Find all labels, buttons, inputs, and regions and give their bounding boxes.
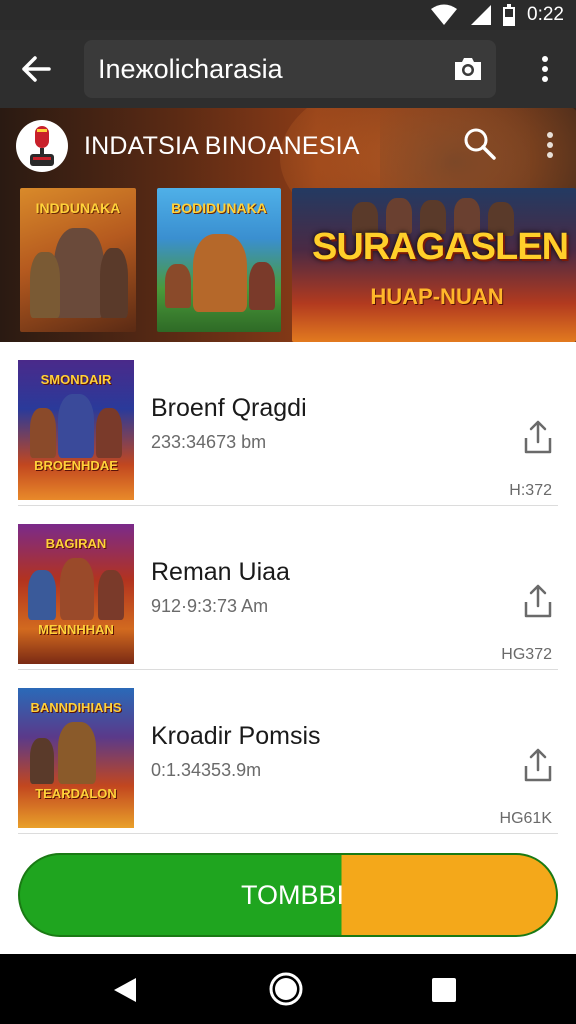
video-meta: 233:34673 bm xyxy=(151,432,267,452)
thumbnail-hero-art xyxy=(60,558,94,620)
share-icon[interactable] xyxy=(522,584,554,620)
video-meta: 912·9:3:73 Am xyxy=(151,596,269,616)
wifi-icon xyxy=(431,4,458,25)
thumbnail-hero-art xyxy=(30,738,54,784)
banner-poster[interactable]: SURAGASLEN HUAP-NUAN xyxy=(292,188,576,342)
top-app-bar: Ineжolicharasia xyxy=(0,30,576,108)
thumbnail-subtitle: TEARDALON xyxy=(35,786,117,801)
nav-recents-icon[interactable] xyxy=(432,978,456,1002)
system-nav-bar xyxy=(0,954,576,1024)
list-item[interactable]: BANNDIHIAHS TEARDALON Kroadir Pomsis 0:1… xyxy=(0,670,576,834)
video-title[interactable]: Kroadir Pomsis xyxy=(151,722,321,751)
thumbnail-hero-art xyxy=(30,408,56,458)
primary-action-button[interactable]: TOMBBI xyxy=(18,853,558,937)
poster-hero-art xyxy=(165,264,191,308)
video-thumbnail[interactable]: BAGIRAN MENNHHAN xyxy=(18,524,134,664)
video-code: Н:372 xyxy=(509,482,552,499)
microphone-logo-icon xyxy=(30,126,54,166)
video-meta: 0:1.34353.9m xyxy=(151,760,262,780)
channel-banner: INDATSIA BINOANESIA INDDUNAKA BODIDUNAKA… xyxy=(0,108,576,342)
share-icon[interactable] xyxy=(522,420,554,456)
video-code: HG372 xyxy=(501,646,552,663)
thumbnail-title: SMONDAIR xyxy=(40,372,112,387)
poster-hero-art xyxy=(249,262,275,310)
nav-home-icon[interactable] xyxy=(268,971,304,1007)
action-area: TOMBBI xyxy=(0,838,576,954)
thumbnail-hero-art xyxy=(28,570,56,620)
thumbnail-hero-art xyxy=(58,394,94,458)
list-divider xyxy=(18,833,558,834)
thumbnail-hero-art xyxy=(96,408,122,458)
nav-back-icon[interactable] xyxy=(110,976,140,1004)
back-arrow-icon xyxy=(22,56,51,82)
poster-hero-art xyxy=(193,234,247,312)
thumbnail-hero-art xyxy=(58,722,96,784)
action-button-label: TOMBBI xyxy=(240,879,344,910)
banner-hero-figure xyxy=(380,108,530,198)
video-thumbnail[interactable]: BANNDIHIAHS TEARDALON xyxy=(18,688,134,828)
search-icon[interactable] xyxy=(462,126,498,162)
status-bar: 0:22 xyxy=(0,0,576,30)
thumbnail-title: BAGIRAN xyxy=(45,536,107,551)
status-time: 0:22 xyxy=(527,4,564,25)
share-icon[interactable] xyxy=(522,748,554,784)
more-vert-icon[interactable] xyxy=(538,128,562,162)
battery-icon xyxy=(503,4,516,26)
back-button[interactable] xyxy=(14,47,58,91)
video-title[interactable]: Reman Uiaa xyxy=(151,558,290,587)
poster-hero-art xyxy=(30,252,60,318)
thumbnail-subtitle: MENNHHAN xyxy=(38,622,114,637)
poster-title: SURAGASLEN xyxy=(312,226,569,268)
thumbnail-title: BANNDIHIAHS xyxy=(30,700,122,715)
channel-avatar[interactable] xyxy=(16,120,68,172)
banner-poster[interactable]: INDDUNAKA xyxy=(20,188,136,332)
thumbnail-subtitle: BROENHDAE xyxy=(34,458,118,473)
thumbnail-hero-art xyxy=(98,570,124,620)
channel-title: INDATSIA BINOANESIA xyxy=(84,132,360,160)
list-item[interactable]: BAGIRAN MENNHHAN Reman Uiaa 912·9:3:73 A… xyxy=(0,506,576,670)
signal-icon xyxy=(471,5,492,25)
poster-title: BODIDUNAKA xyxy=(171,200,267,216)
video-title[interactable]: Broenf Qragdi xyxy=(151,394,307,423)
search-field[interactable]: Ineжolicharasia xyxy=(84,40,496,98)
more-vert-icon xyxy=(542,56,548,82)
poster-hero-art xyxy=(54,228,104,318)
overflow-menu-button[interactable] xyxy=(530,52,560,86)
search-query-text[interactable]: Ineжolicharasia xyxy=(98,54,283,85)
banner-poster[interactable]: BODIDUNAKA xyxy=(157,188,281,332)
poster-subtitle: HUAP-NUAN xyxy=(370,284,504,309)
video-list: SMONDAIR BROENHDAE Broenf Qragdi 233:346… xyxy=(0,342,576,838)
camera-button[interactable] xyxy=(448,49,488,89)
poster-hero-art xyxy=(100,248,128,318)
list-item[interactable]: SMONDAIR BROENHDAE Broenf Qragdi 233:346… xyxy=(0,342,576,506)
video-thumbnail[interactable]: SMONDAIR BROENHDAE xyxy=(18,360,134,500)
camera-icon xyxy=(455,58,481,80)
poster-title: INDDUNAKA xyxy=(35,200,121,216)
video-code: HG61K xyxy=(499,810,552,827)
